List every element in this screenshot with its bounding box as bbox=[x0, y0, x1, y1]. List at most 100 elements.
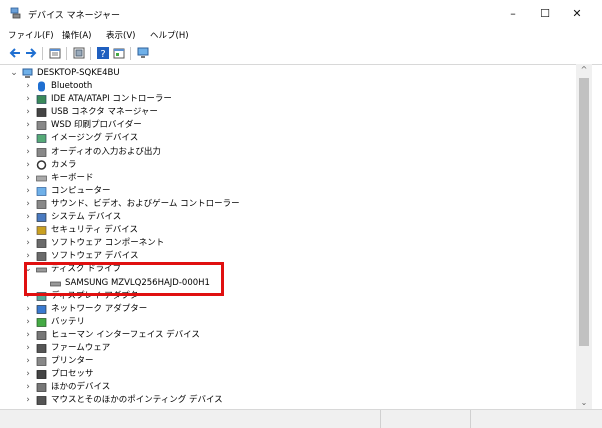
view-icon[interactable] bbox=[112, 46, 126, 60]
chevron-right-icon[interactable]: › bbox=[24, 93, 32, 106]
computer-root-icon bbox=[22, 68, 33, 78]
camera-device-icon bbox=[36, 134, 47, 144]
tree-item-label: ほかのデバイス bbox=[51, 382, 111, 393]
processor-icon bbox=[36, 370, 47, 380]
battery-icon bbox=[36, 317, 47, 327]
maximize-button[interactable]: ☐ bbox=[530, 5, 560, 23]
chevron-right-icon[interactable]: › bbox=[24, 80, 32, 93]
device-tree: ⌄ DESKTOP-SQKE4BU › Bluetooth › IDE ATA/ATA… bbox=[8, 64, 576, 409]
tree-item[interactable]: › カメラ bbox=[8, 159, 576, 172]
tree-item[interactable]: › システム デバイス bbox=[8, 211, 576, 224]
chevron-right-icon[interactable]: › bbox=[24, 224, 32, 237]
status-segment bbox=[380, 410, 381, 428]
menu-file[interactable]: ファイル(F) bbox=[8, 29, 54, 41]
chevron-down-icon[interactable]: ⌄ bbox=[10, 67, 18, 80]
forward-arrow-icon[interactable] bbox=[24, 46, 38, 60]
chevron-right-icon[interactable]: › bbox=[24, 159, 32, 172]
device-manager-icon bbox=[10, 7, 21, 19]
ide-controller-icon bbox=[36, 95, 47, 104]
chevron-right-icon[interactable]: › bbox=[24, 132, 32, 145]
tree-item[interactable]: › コンピューター bbox=[8, 185, 576, 198]
menu-bar: ファイル(F) 操作(A) 表示(V) ヘルプ(H) bbox=[0, 28, 602, 44]
minimize-button[interactable]: – bbox=[498, 5, 528, 23]
tree-item[interactable]: › ほかのデバイス bbox=[8, 381, 576, 394]
chevron-right-icon[interactable]: › bbox=[24, 198, 32, 211]
status-segment bbox=[470, 410, 471, 428]
tree-item-label: Bluetooth bbox=[51, 81, 93, 91]
tree-item[interactable]: › ソフトウェア コンポーネント bbox=[8, 237, 576, 250]
tree-item-label: ソフトウェア コンポーネント bbox=[51, 238, 165, 249]
chevron-right-icon[interactable]: › bbox=[24, 394, 32, 407]
sound-icon bbox=[36, 200, 47, 209]
help-icon[interactable]: ? bbox=[96, 46, 110, 60]
chevron-right-icon[interactable]: › bbox=[24, 106, 32, 119]
root-label: DESKTOP-SQKE4BU bbox=[37, 68, 120, 78]
vertical-scrollbar[interactable]: ^ ⌄ bbox=[576, 64, 592, 409]
tree-item-label: IDE ATA/ATAPI コントローラー bbox=[51, 94, 172, 105]
chevron-right-icon[interactable]: › bbox=[24, 368, 32, 381]
tree-item-label: システム デバイス bbox=[51, 212, 122, 222]
tree-item-label: プリンター bbox=[51, 356, 94, 367]
scroll-up-icon[interactable]: ^ bbox=[576, 64, 592, 76]
show-hidden-icon[interactable] bbox=[72, 46, 86, 60]
tree-item[interactable]: › USB コネクタ マネージャー bbox=[8, 106, 576, 119]
close-button[interactable]: ✕ bbox=[562, 5, 592, 23]
tree-item-label: オーディオの入力および出力 bbox=[51, 146, 161, 157]
software-component-icon bbox=[36, 239, 47, 249]
back-arrow-icon[interactable] bbox=[8, 46, 22, 60]
security-device-icon bbox=[36, 226, 47, 235]
tree-item[interactable]: › サウンド、ビデオ、およびゲーム コントローラー bbox=[8, 198, 576, 211]
tree-item[interactable]: › WSD 印刷プロバイダー bbox=[8, 119, 576, 132]
chevron-right-icon[interactable]: › bbox=[24, 146, 32, 159]
tree-root[interactable]: ⌄ DESKTOP-SQKE4BU bbox=[8, 67, 576, 80]
tree-item[interactable]: › IDE ATA/ATAPI コントローラー bbox=[8, 93, 576, 106]
system-device-icon bbox=[36, 213, 47, 222]
mouse-icon bbox=[36, 396, 47, 406]
properties-icon[interactable] bbox=[48, 46, 62, 60]
tree-item[interactable]: › オーディオの入力および出力 bbox=[8, 146, 576, 159]
tree-item[interactable]: › プロセッサ bbox=[8, 368, 576, 381]
chevron-right-icon[interactable]: › bbox=[24, 342, 32, 355]
tree-item-label: ファームウェア bbox=[51, 343, 111, 353]
title-bar: デバイス マネージャー – ☐ ✕ bbox=[0, 0, 602, 28]
tree-item[interactable]: › Bluetooth bbox=[8, 80, 576, 93]
monitor-icon[interactable] bbox=[136, 46, 150, 60]
tree-item[interactable]: › ヒューマン インターフェイス デバイス bbox=[8, 329, 576, 342]
toolbar-divider bbox=[130, 47, 131, 60]
tree-item-label: USB コネクタ マネージャー bbox=[51, 107, 158, 118]
tree-item[interactable]: › キーボード bbox=[8, 172, 576, 185]
scroll-thumb[interactable] bbox=[579, 78, 589, 346]
chevron-right-icon[interactable]: › bbox=[24, 185, 32, 198]
chevron-right-icon[interactable]: › bbox=[24, 329, 32, 342]
menu-help[interactable]: ヘルプ(H) bbox=[150, 29, 189, 41]
keyboard-icon bbox=[36, 175, 47, 182]
printer-icon bbox=[36, 357, 47, 366]
tree-item[interactable]: › プリンター bbox=[8, 355, 576, 368]
tree-item[interactable]: › セキュリティ デバイス bbox=[8, 224, 576, 237]
chevron-right-icon[interactable]: › bbox=[24, 381, 32, 394]
tree-item-label: ネットワーク アダプター bbox=[51, 303, 148, 314]
chevron-right-icon[interactable]: › bbox=[24, 316, 32, 329]
tree-item[interactable]: › マウスとそのほかのポインティング デバイス bbox=[8, 394, 576, 407]
window-title: デバイス マネージャー bbox=[28, 11, 120, 21]
toolbar-divider bbox=[42, 47, 43, 60]
menu-view[interactable]: 表示(V) bbox=[106, 29, 135, 41]
chevron-right-icon[interactable]: › bbox=[24, 172, 32, 185]
hid-icon bbox=[36, 331, 47, 340]
tree-item[interactable]: › バッテリ bbox=[8, 316, 576, 329]
tree-item[interactable]: › ファームウェア bbox=[8, 342, 576, 355]
printer-provider-icon bbox=[36, 121, 47, 131]
tree-item-label: プロセッサ bbox=[51, 369, 94, 380]
scroll-down-icon[interactable]: ⌄ bbox=[576, 397, 592, 409]
chevron-right-icon[interactable]: › bbox=[24, 211, 32, 224]
tree-item-label: コンピューター bbox=[51, 185, 111, 196]
svg-text:?: ? bbox=[100, 49, 105, 60]
toolbar: ? bbox=[0, 44, 602, 65]
chevron-right-icon[interactable]: › bbox=[24, 119, 32, 132]
tree-item[interactable]: › ネットワーク アダプター bbox=[8, 303, 576, 316]
chevron-right-icon[interactable]: › bbox=[24, 237, 32, 250]
menu-action[interactable]: 操作(A) bbox=[62, 29, 91, 41]
chevron-right-icon[interactable]: › bbox=[24, 355, 32, 368]
tree-item[interactable]: › イメージング デバイス bbox=[8, 132, 576, 145]
chevron-right-icon[interactable]: › bbox=[24, 303, 32, 316]
